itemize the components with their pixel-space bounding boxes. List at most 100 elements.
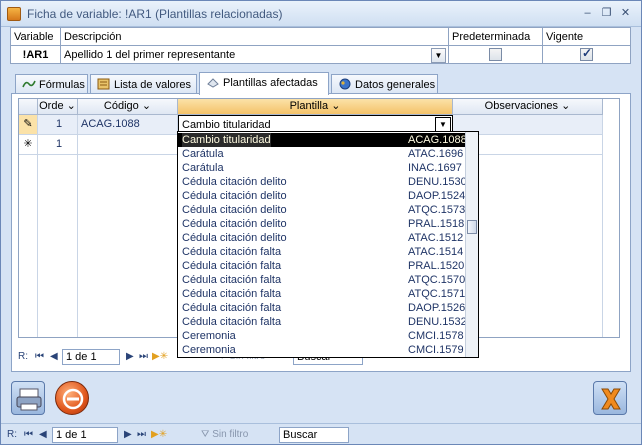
cancel-button[interactable] (55, 381, 89, 415)
dropdown-option[interactable]: Cambio titularidad ACAG.1088 (178, 133, 467, 147)
variable-header-grid: Variable Descripción Predeterminada Vige… (10, 27, 631, 64)
option-name: Cédula citación delito (182, 190, 287, 202)
variable-field[interactable]: !AR1 (10, 45, 61, 64)
new-record-nav-icon[interactable]: ▶✳ (152, 348, 168, 366)
nav-prefix: R: (7, 429, 17, 440)
last-record-icon[interactable]: ⏭ (139, 348, 148, 366)
minus-circle-icon (62, 388, 84, 410)
option-name: Cédula citación falta (182, 316, 282, 328)
dropdown-option[interactable]: Cédula citación falta PRAL.1520 (178, 259, 466, 273)
dropdown-option[interactable]: Cédula citación delito DAOP.1524 (178, 189, 466, 203)
option-code: ATQC.1573 (408, 204, 466, 216)
chevron-down-icon[interactable]: ▼ (431, 48, 446, 63)
minimize-icon[interactable]: – (579, 6, 596, 22)
new-record-icon: ✳ (19, 135, 38, 155)
option-code: DENU.1530 (408, 176, 467, 188)
column-divider (602, 155, 603, 337)
option-code: PRAL.1520 (408, 260, 465, 272)
tab-datos-generales[interactable]: Datos generales (331, 74, 438, 94)
dropdown-option[interactable]: Cédula citación delito ATAC.1512 (178, 231, 466, 245)
plantilla-value: Cambio titularidad (182, 119, 271, 131)
dropdown-option[interactable]: Cédula citación falta ATQC.1570 (178, 273, 466, 287)
window-title: Ficha de variable: !AR1 (Plantillas rela… (27, 7, 283, 21)
close-icon[interactable]: ✕ (617, 6, 634, 22)
option-code: ATQC.1570 (408, 274, 466, 286)
new-record-nav-icon[interactable]: ▶✳ (151, 426, 167, 444)
dropdown-option[interactable]: Ceremonia CMCI.1578 (178, 329, 466, 343)
column-header-observaciones[interactable]: Observaciones ⌄ (453, 99, 603, 115)
record-position-field[interactable]: 1 de 1 (62, 349, 120, 365)
descripcion-header: Descripción (60, 27, 449, 46)
option-code: DAOP.1524 (408, 190, 466, 202)
globe-icon (339, 78, 351, 90)
sort-icon: ⌄ (66, 100, 76, 112)
prev-record-icon[interactable]: ◀ (39, 426, 47, 444)
vigente-checkbox[interactable] (580, 46, 593, 61)
orden-cell[interactable]: 1 (38, 115, 78, 135)
record-position-field[interactable]: 1 de 1 (52, 427, 118, 443)
option-name: Cédula citación delito (182, 232, 287, 244)
dropdown-scrollbar[interactable] (465, 132, 478, 357)
print-button[interactable] (11, 381, 45, 415)
option-code: ATAC.1696 (408, 148, 464, 160)
scrollbar-thumb[interactable] (467, 220, 477, 234)
nav-prefix: R: (18, 351, 28, 362)
last-record-icon[interactable]: ⏭ (137, 426, 146, 444)
variable-header: Variable (10, 27, 61, 46)
orden-cell[interactable]: 1 (38, 135, 78, 155)
option-name: Ceremonia (182, 344, 236, 356)
tab-formulas[interactable]: Fórmulas (15, 74, 88, 94)
predeterminada-header: Predeterminada (448, 27, 543, 46)
dropdown-option[interactable]: Cédula citación falta DENU.1532 (178, 315, 467, 329)
option-name: Cédula citación falta (182, 246, 282, 258)
dropdown-option[interactable]: Cédula citación delito PRAL.1518 (178, 217, 466, 231)
option-name: Cédula citación falta (182, 288, 282, 300)
templates-icon (207, 78, 219, 88)
dropdown-option[interactable]: Cédula citación falta DAOP.1526 (178, 301, 466, 315)
option-code: DAOP.1526 (408, 302, 466, 314)
prev-record-icon[interactable]: ◀ (50, 348, 58, 366)
row-selector-header (19, 99, 38, 115)
dropdown-option[interactable]: Carátula ATAC.1696 (178, 147, 466, 161)
dropdown-option[interactable]: Carátula INAC.1697 (178, 161, 466, 175)
dropdown-option[interactable]: Ceremonia CMCI.1579 (178, 343, 466, 357)
column-header-plantilla[interactable]: Plantilla ⌄ (178, 99, 453, 115)
search-input[interactable]: Buscar (279, 427, 349, 443)
first-record-icon[interactable]: ⏮ (35, 348, 44, 366)
option-name: Cédula citación delito (182, 204, 287, 216)
sort-icon: ⌄ (561, 100, 571, 112)
formula-icon (22, 80, 36, 88)
filter-icon[interactable]: ⛛ Sin filtro (201, 426, 248, 444)
column-header-orden[interactable]: Orde ⌄ (38, 99, 78, 115)
dropdown-option[interactable]: Cédula citación delito DENU.1530 (178, 175, 467, 189)
first-record-icon[interactable]: ⏮ (24, 426, 33, 444)
column-header-codigo[interactable]: Código ⌄ (78, 99, 178, 115)
exit-button[interactable] (593, 381, 627, 415)
tab-lista-valores[interactable]: Lista de valores (90, 74, 197, 94)
option-code: DENU.1532 (408, 316, 467, 328)
option-name: Cédula citación falta (182, 260, 282, 272)
dropdown-option[interactable]: Cédula citación delito ATQC.1573 (178, 203, 466, 217)
outer-record-navigator: R: ⏮ ◀ 1 de 1 ▶ ⏭ ▶✳ ⛛ Sin filtro Buscar (7, 426, 367, 444)
option-code: ATAC.1514 (408, 246, 464, 258)
codigo-cell[interactable] (78, 135, 178, 155)
form-icon (7, 7, 21, 21)
list-icon (97, 78, 110, 90)
codigo-cell[interactable]: ACAG.1088 (78, 115, 178, 135)
option-name: Cédula citación delito (182, 176, 287, 188)
restore-icon[interactable]: ❐ (598, 6, 615, 22)
row-selector-column (19, 155, 38, 337)
tab-label: Lista de valores (114, 79, 192, 91)
next-record-icon[interactable]: ▶ (126, 348, 134, 366)
dropdown-option[interactable]: Cédula citación falta ATQC.1571 (178, 287, 466, 301)
next-record-icon[interactable]: ▶ (124, 426, 132, 444)
tab-plantillas-afectadas[interactable]: Plantillas afectadas (199, 72, 329, 95)
vigente-cell (542, 45, 631, 64)
option-name: Carátula (182, 148, 224, 160)
predeterminada-checkbox[interactable] (489, 48, 502, 61)
dropdown-option[interactable]: Cédula citación falta ATAC.1514 (178, 245, 466, 259)
option-name: Cédula citación falta (182, 274, 282, 286)
plantilla-dropdown-list[interactable]: Cambio titularidad ACAG.1088 Carátula ATAC.… (177, 131, 479, 358)
descripcion-combo[interactable]: Apellido 1 del primer representante ▼ (60, 45, 449, 64)
option-code: ATQC.1571 (408, 288, 466, 300)
